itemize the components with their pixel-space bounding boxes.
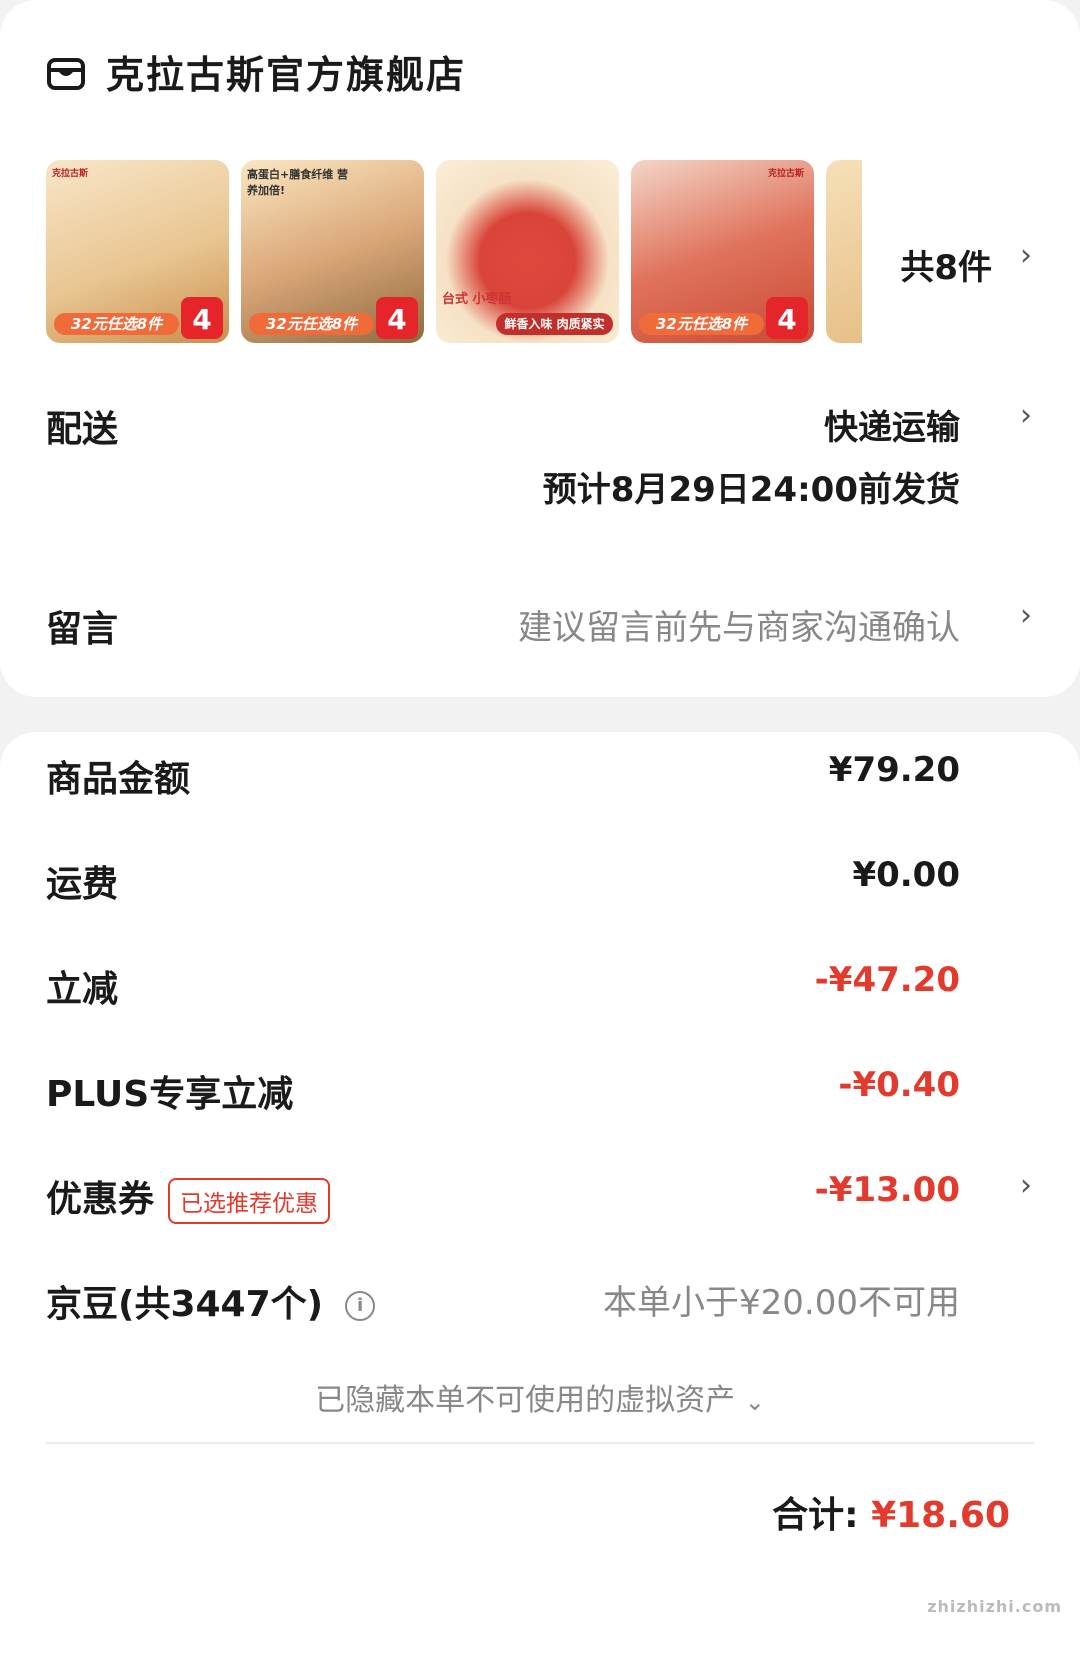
coupon-badge: 已选推荐优惠 xyxy=(168,1178,331,1224)
product-brand: 台式 小枣肠 xyxy=(442,292,512,307)
product-price-badge: 4 xyxy=(766,297,808,339)
delivery-method[interactable]: 快递运输 xyxy=(824,400,960,449)
store-name: 克拉古斯官方旗舰店 xyxy=(106,53,467,97)
delivery-label: 配送 xyxy=(46,409,119,450)
product-promo-tag: 鲜香入味 肉质紧实 xyxy=(496,313,613,335)
hidden-assets-text: 已隐藏本单不可使用的虚拟资产 xyxy=(315,1383,736,1418)
items-count[interactable]: 共8件 xyxy=(900,240,992,289)
chevron-right-icon[interactable]: › xyxy=(1020,1168,1032,1203)
message-label: 留言 xyxy=(46,609,119,650)
coupon-row[interactable]: 优惠券 已选推荐优惠 xyxy=(46,1170,331,1224)
product-thumb-3[interactable]: 台式 小枣肠 鲜香入味 肉质紧实 xyxy=(436,160,619,343)
coupon-value[interactable]: -¥13.00 xyxy=(815,1170,960,1210)
product-thumb-4[interactable]: 克拉古斯 32元任选8件 4 xyxy=(631,160,814,343)
product-brand: 克拉古斯 xyxy=(52,169,89,179)
watermark: zhizhizhi.com xyxy=(927,1597,1062,1616)
product-price-badge: 4 xyxy=(181,297,223,339)
plus-discount-label: PLUS专享立减 xyxy=(46,1074,294,1115)
product-brand: 高蛋白+膳食纤维 营养加倍! xyxy=(247,168,349,197)
shipping-label: 运费 xyxy=(46,864,119,905)
product-thumb-1[interactable]: 克拉古斯 32元任选8件 4 xyxy=(46,160,229,343)
shipping-value: ¥0.00 xyxy=(852,855,960,895)
jd-beans-label: 京豆(共3447个) xyxy=(46,1284,324,1325)
delivery-estimate: 预计8月29日24:00前发货 xyxy=(542,470,960,510)
discount-label: 立减 xyxy=(46,969,119,1010)
product-promo-tag: 32元任选8件 xyxy=(249,313,374,335)
product-thumb-5-partial[interactable] xyxy=(826,160,862,343)
jd-beans-row: 京豆(共3447个) i xyxy=(46,1275,376,1327)
plus-discount-value: -¥0.40 xyxy=(838,1065,960,1105)
coupon-label: 优惠券 xyxy=(46,1179,155,1220)
order-total: 合计: ¥18.60 xyxy=(772,1486,1010,1538)
store-icon xyxy=(47,57,85,90)
total-label: 合计: xyxy=(772,1495,859,1536)
product-price-badge: 4 xyxy=(376,297,418,339)
chevron-right-icon[interactable]: › xyxy=(1020,398,1032,433)
chevron-right-icon[interactable]: › xyxy=(1020,238,1032,273)
product-thumb-2[interactable]: 高蛋白+膳食纤维 营养加倍! 32元任选8件 4 xyxy=(241,160,424,343)
store-header[interactable]: 克拉古斯官方旗舰店 xyxy=(46,44,466,99)
product-thumbnails[interactable]: 克拉古斯 32元任选8件 4 高蛋白+膳食纤维 营养加倍! 32元任选8件 4 … xyxy=(46,160,862,343)
chevron-right-icon[interactable]: › xyxy=(1020,598,1032,633)
product-promo-tag: 32元任选8件 xyxy=(54,313,179,335)
divider xyxy=(46,1442,1034,1444)
total-amount: ¥18.60 xyxy=(871,1495,1010,1536)
hidden-assets-toggle[interactable]: 已隐藏本单不可使用的虚拟资产 ⌄ xyxy=(0,1375,1080,1419)
jd-beans-value: 本单小于¥20.00不可用 xyxy=(603,1283,960,1323)
order-store-card: 克拉古斯官方旗舰店 克拉古斯 32元任选8件 4 高蛋白+膳食纤维 营养加倍! … xyxy=(0,0,1080,697)
message-input[interactable]: 建议留言前先与商家沟通确认 xyxy=(518,600,960,649)
info-icon[interactable]: i xyxy=(345,1291,376,1321)
discount-value: -¥47.20 xyxy=(814,960,960,1000)
product-promo-tag: 32元任选8件 xyxy=(639,313,764,335)
chevron-down-icon: ⌄ xyxy=(744,1388,765,1416)
product-brand: 克拉古斯 xyxy=(767,169,804,179)
goods-amount-label: 商品金额 xyxy=(46,759,191,800)
goods-amount-value: ¥79.20 xyxy=(828,750,960,790)
